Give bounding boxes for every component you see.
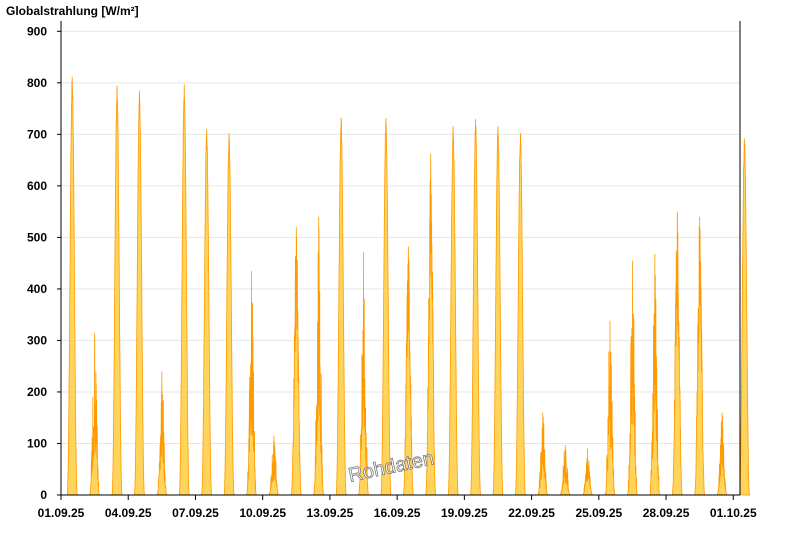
y-tick-label: 400 [27,282,47,296]
x-tick-label: 04.09.25 [105,506,152,520]
x-tick-label: 13.09.25 [307,506,354,520]
daily-irradiance-area [66,76,79,496]
y-tick-label: 100 [27,436,47,450]
x-tick-label: 10.09.25 [239,506,286,520]
daily-irradiance-area [424,153,437,496]
daily-irradiance-area [582,448,593,496]
x-tick-label: 16.09.25 [374,506,421,520]
daily-irradiance-area [268,435,280,496]
y-tick-label: 300 [27,333,47,347]
daily-irradiance-area [246,270,259,496]
daily-irradiance-area [604,320,616,496]
daily-irradiance-area [133,90,146,496]
x-axis-ticks: 01.09.25 04.09.25 07.09.25 10.09.25 13.09.25… [38,495,757,520]
daily-irradiance-area [716,412,728,496]
daily-irradiance-area [380,117,392,496]
watermark-label: Rohdaten [346,447,435,487]
daily-irradiance-area [627,260,639,496]
daily-irradiance-area [537,412,549,496]
gridlines [61,30,740,444]
y-tick-label: 200 [27,385,47,399]
x-tick-label: 19.09.25 [441,506,488,520]
y-tick-label: 0 [40,488,47,502]
daily-irradiance-area [670,211,684,496]
daily-irradiance-area [223,133,235,496]
daily-irradiance-area [469,118,482,496]
x-tick-label: 28.09.25 [643,506,690,520]
y-axis-ticks: 0 100 200 300 400 500 600 700 800 900 [27,24,61,502]
x-tick-label: 07.09.25 [172,506,219,520]
daily-irradiance-area [648,253,661,496]
daily-irradiance-area [111,85,123,496]
y-tick-label: 500 [27,230,47,244]
daily-irradiance-area [738,138,751,496]
x-tick-label: 01.09.25 [38,506,85,520]
y-tick-label: 900 [27,24,47,38]
x-tick-label: 25.09.25 [575,506,622,520]
daily-irradiance-area [335,117,348,496]
daily-irradiance-area [178,84,191,496]
daily-irradiance-area [693,216,707,496]
daily-irradiance-area [156,371,168,496]
y-tick-label: 800 [27,76,47,90]
daily-irradiance-areas [66,76,751,496]
x-tick-label: 01.10.25 [710,506,757,520]
y-tick-label: 700 [27,127,47,141]
irradiance-chart: Globalstrahlung [W/m²] 0 100 200 300 400 500 6… [6,4,757,520]
daily-irradiance-area [447,126,460,496]
daily-irradiance-area [313,216,325,496]
chart-title: Globalstrahlung [W/m²] [6,4,139,18]
daily-irradiance-area [358,251,371,496]
y-tick-label: 600 [27,179,47,193]
daily-irradiance-area [559,445,571,496]
daily-irradiance-area [514,133,527,496]
x-tick-label: 22.09.25 [508,506,555,520]
daily-irradiance-area [289,227,303,496]
daily-irradiance-area [89,332,100,496]
daily-irradiance-area [200,129,213,496]
daily-irradiance-area [492,126,504,496]
